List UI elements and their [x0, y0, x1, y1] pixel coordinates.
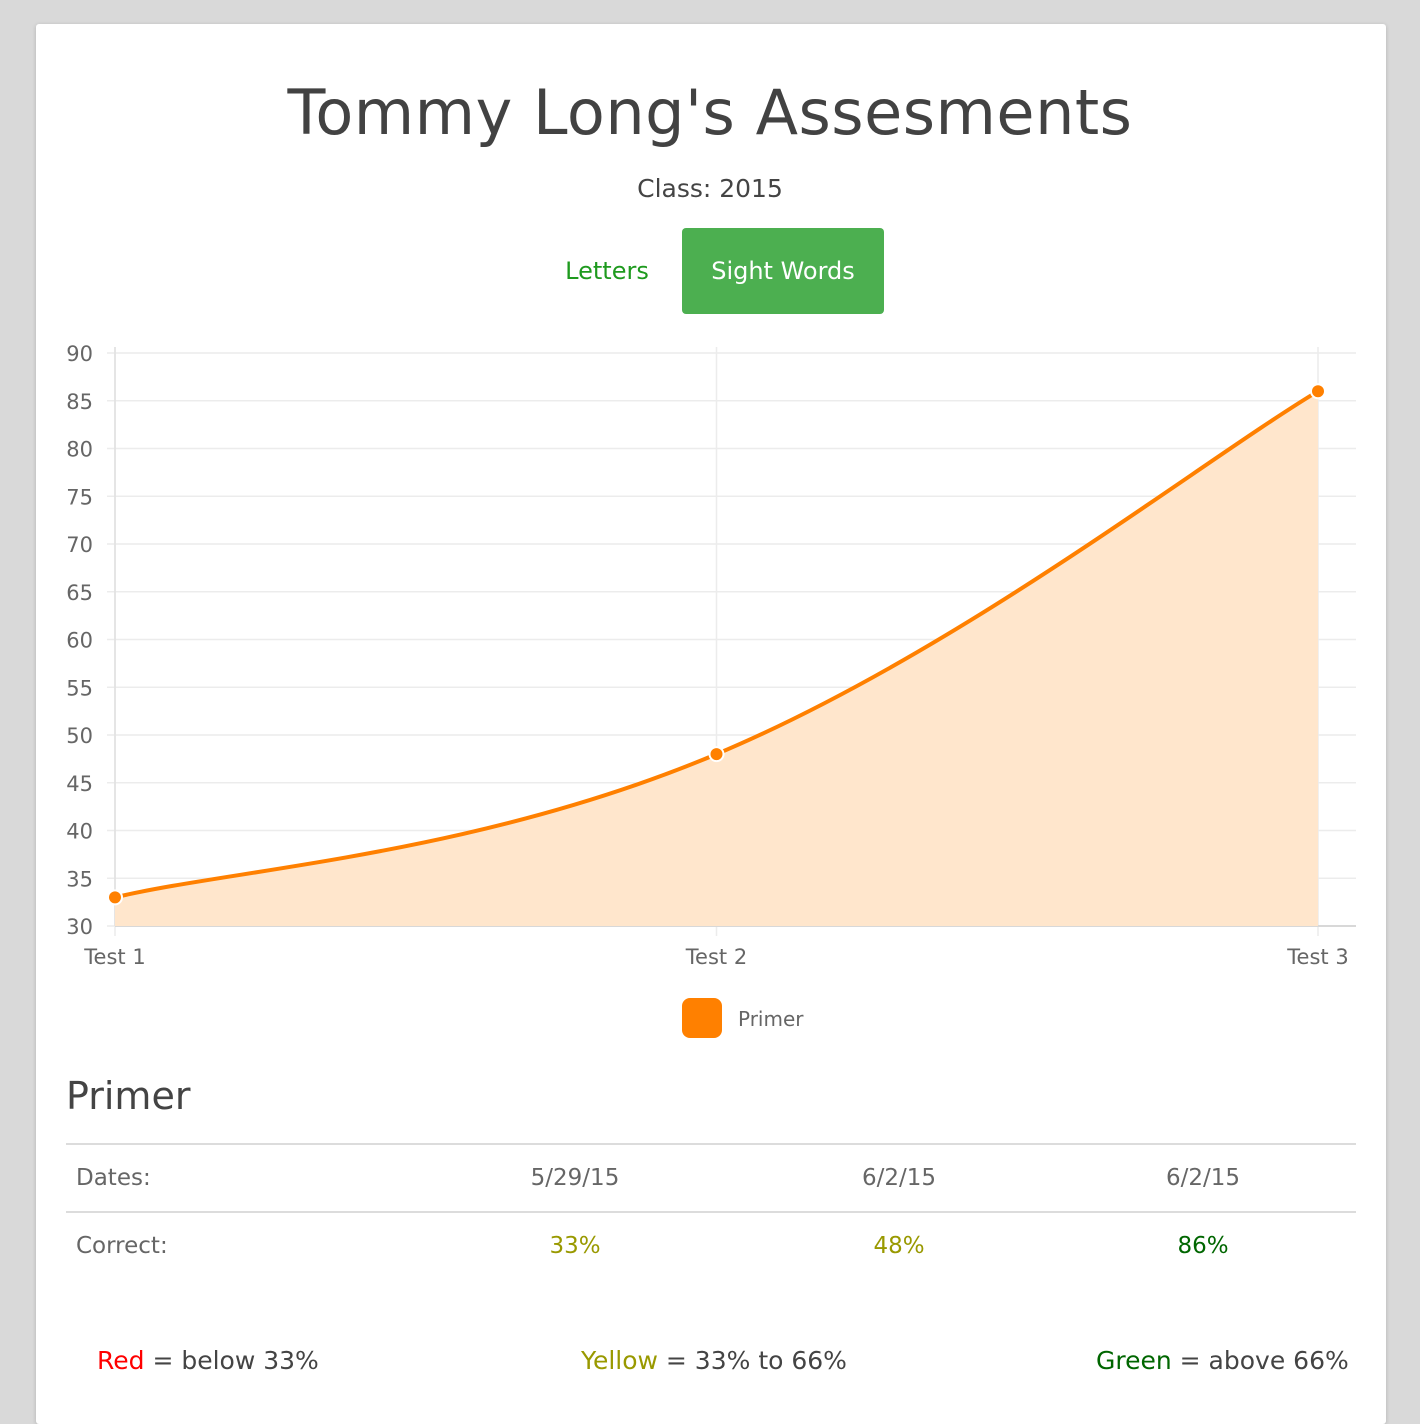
scale-green: Green = above 66%	[1096, 1346, 1349, 1375]
x-tick-label: Test 3	[1286, 945, 1348, 969]
legend-label-primer: Primer	[738, 1007, 804, 1031]
date-test-1: 5/29/15	[530, 1165, 620, 1191]
scale-green-desc: = above 66%	[1171, 1346, 1349, 1375]
dates-row-label: Dates:	[76, 1165, 151, 1191]
data-point-3[interactable]	[1310, 383, 1326, 400]
data-point-2[interactable]	[708, 746, 725, 763]
correct-row-label: Correct:	[76, 1233, 168, 1259]
scale-yellow-name: Yellow	[581, 1346, 658, 1375]
scale-yellow: Yellow = 33% to 66%	[581, 1346, 847, 1375]
y-tick-label: 40	[66, 820, 93, 844]
x-tick-label: Test 2	[685, 945, 747, 969]
scale-yellow-desc: = 33% to 66%	[657, 1346, 847, 1375]
y-tick-label: 55	[66, 676, 93, 700]
chart-legend: Primer	[0, 998, 1420, 1038]
y-tick-label: 50	[66, 724, 93, 748]
score-test-1: 33%	[549, 1233, 601, 1259]
y-tick-label: 75	[66, 485, 93, 509]
y-tick-label: 80	[66, 438, 93, 462]
table-divider-top	[66, 1143, 1356, 1145]
y-tick-label: 45	[66, 772, 93, 796]
date-test-2: 6/2/15	[861, 1165, 937, 1191]
y-tick-label: 90	[66, 342, 93, 366]
score-test-3: 86%	[1177, 1233, 1229, 1259]
y-tick-label: 70	[66, 533, 93, 557]
date-test-3: 6/2/15	[1165, 1165, 1241, 1191]
legend-swatch-primer[interactable]	[682, 998, 722, 1038]
line-chart: 90 85 80 75 70 65 60 55 50 45 40 35 30 Test 1 Test 2 Te…	[66, 342, 1356, 969]
y-tick-label: 35	[66, 867, 93, 891]
scale-red-desc: = below 33%	[144, 1346, 319, 1375]
y-tick-label: 65	[66, 581, 93, 605]
scale-red: Red = below 33%	[97, 1346, 319, 1375]
y-tick-label: 85	[66, 390, 93, 414]
scale-red-name: Red	[97, 1346, 145, 1375]
table-title: Primer	[66, 1074, 191, 1118]
score-test-2: 48%	[873, 1233, 925, 1259]
y-tick-label: 60	[66, 629, 93, 653]
scale-green-name: Green	[1096, 1346, 1172, 1375]
table-divider-middle	[66, 1211, 1356, 1213]
data-point-1[interactable]	[107, 889, 123, 906]
x-tick-label: Test 1	[83, 945, 145, 969]
y-tick-label: 30	[66, 915, 93, 939]
